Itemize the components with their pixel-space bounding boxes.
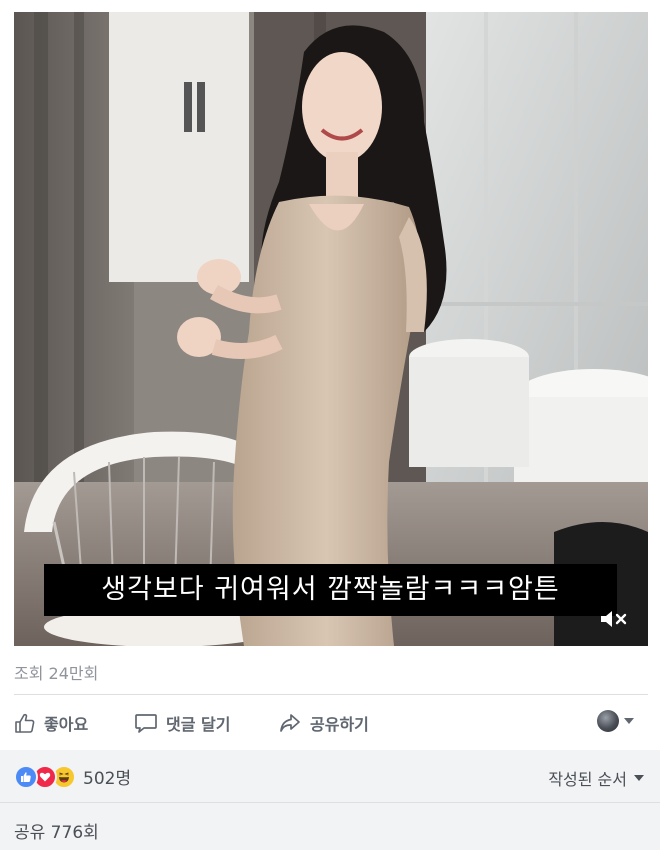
like-icon bbox=[14, 764, 38, 789]
post-as-selector[interactable] bbox=[597, 710, 634, 732]
share-count[interactable]: 공유 776회 bbox=[14, 818, 99, 843]
video-post: 생각보다 귀여워서 깜짝놀람ㅋㅋㅋ암튼 조회 24만회 좋아요 댓글 달기 공유… bbox=[0, 0, 660, 850]
video-player[interactable]: 생각보다 귀여워서 깜짝놀람ㅋㅋㅋ암튼 bbox=[14, 12, 648, 646]
share-arrow-icon bbox=[280, 714, 300, 732]
like-button[interactable]: 좋아요 bbox=[14, 704, 88, 742]
sort-label: 작성된 순서 bbox=[548, 770, 627, 789]
avatar bbox=[597, 710, 619, 732]
comment-button[interactable]: 댓글 달기 bbox=[134, 704, 230, 742]
comment-label: 댓글 달기 bbox=[166, 715, 231, 734]
reaction-summary[interactable]: 502명 bbox=[14, 764, 131, 789]
like-label: 좋아요 bbox=[44, 715, 89, 734]
share-button[interactable]: 공유하기 bbox=[278, 704, 369, 742]
speaker-muted-icon[interactable] bbox=[599, 608, 629, 630]
reaction-count: 502명 bbox=[83, 769, 132, 789]
action-bar: 좋아요 댓글 달기 공유하기 bbox=[14, 704, 648, 742]
view-count: 조회 24만회 bbox=[14, 664, 99, 683]
comment-sort-dropdown[interactable]: 작성된 순서 bbox=[548, 766, 644, 790]
thumbs-up-icon bbox=[15, 713, 35, 733]
divider bbox=[14, 694, 648, 695]
chevron-down-icon bbox=[634, 775, 644, 781]
video-caption: 생각보다 귀여워서 깜짝놀람ㅋㅋㅋ암튼 bbox=[44, 564, 617, 616]
comment-icon bbox=[135, 714, 157, 733]
video-frame bbox=[14, 12, 648, 646]
post-footer: 502명 작성된 순서 공유 776회 bbox=[0, 750, 660, 850]
share-label: 공유하기 bbox=[310, 715, 369, 734]
chevron-down-icon bbox=[624, 718, 634, 724]
divider bbox=[0, 802, 660, 803]
